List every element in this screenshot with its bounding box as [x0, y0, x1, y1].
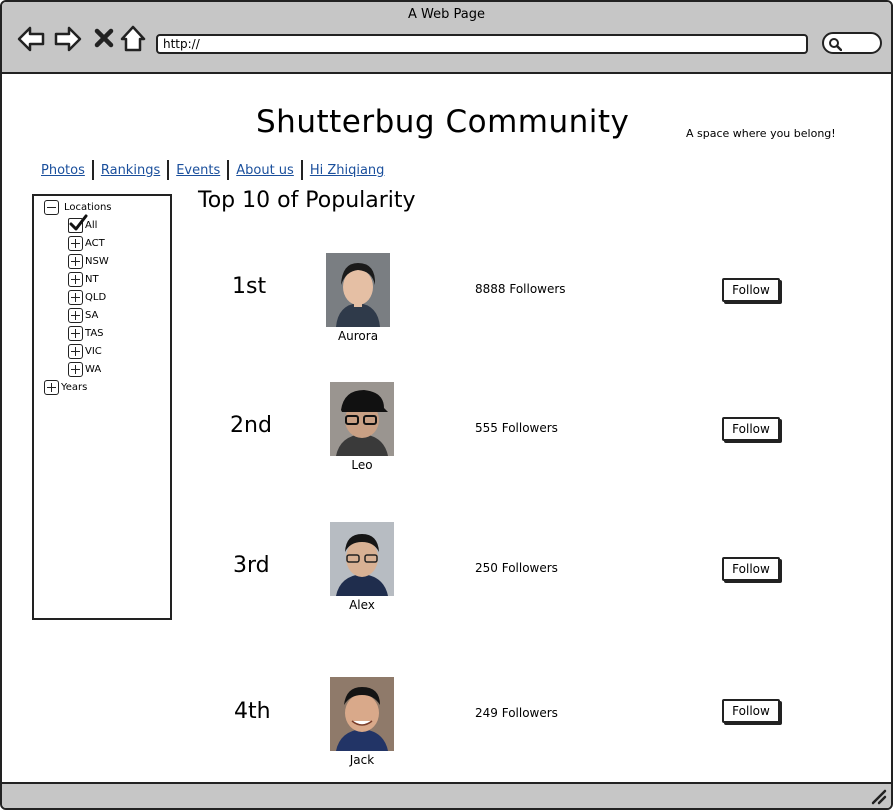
rank-label: 4th [234, 699, 271, 724]
site-tagline: A space where you belong! [686, 127, 836, 140]
user-name: Aurora [337, 329, 379, 343]
browser-search-input[interactable] [822, 32, 882, 54]
tree-item-label: WA [85, 364, 102, 375]
ranking-row: 3rd Alex 250 Followers Follow [2, 522, 891, 622]
url-input[interactable]: http:// [156, 34, 808, 54]
follow-button[interactable]: Follow [722, 557, 780, 581]
nav-events[interactable]: Events [169, 163, 227, 178]
search-icon [829, 38, 842, 51]
checkbox-checked[interactable] [68, 214, 88, 233]
checkmark-icon [69, 214, 88, 231]
user-name: Jack [349, 753, 375, 767]
resize-grip-icon[interactable] [871, 789, 887, 805]
avatar[interactable] [326, 253, 390, 327]
profile-photo-icon [330, 382, 394, 456]
avatar[interactable] [330, 382, 394, 456]
browser-titlebar: A Web Page http:// [2, 2, 891, 74]
follower-count: 8888 Followers [475, 282, 566, 296]
expand-icon[interactable] [68, 362, 83, 377]
browser-window: A Web Page http:// Shutterbug Community … [0, 0, 893, 810]
rank-label: 3rd [233, 553, 270, 578]
follow-button[interactable]: Follow [722, 278, 780, 302]
tree-item-all[interactable]: All [68, 214, 97, 233]
follow-button[interactable]: Follow [722, 699, 780, 723]
follow-button[interactable]: Follow [722, 417, 780, 441]
back-arrow-icon[interactable] [16, 24, 46, 54]
follower-count: 249 Followers [475, 706, 558, 720]
browser-statusbar [2, 782, 891, 808]
tree-item-label: ACT [85, 238, 105, 249]
nav-user-greeting[interactable]: Hi Zhiqiang [303, 163, 392, 178]
tree-item-act[interactable]: ACT [68, 236, 105, 251]
avatar[interactable] [330, 677, 394, 751]
home-icon[interactable] [118, 24, 148, 54]
profile-photo-icon [330, 522, 394, 596]
top-nav: Photos Rankings Events About us Hi Zhiqi… [34, 160, 391, 180]
profile-photo-icon [326, 253, 390, 327]
tree-node-label: Locations [64, 202, 112, 213]
user-name: Leo [351, 458, 373, 472]
tree-node-locations[interactable]: Locations [44, 200, 112, 215]
nav-photos[interactable]: Photos [34, 163, 92, 178]
ranking-row: 2nd Leo 555 Followers Follow [2, 382, 891, 482]
follower-count: 555 Followers [475, 421, 558, 435]
nav-about-us[interactable]: About us [229, 163, 301, 178]
nav-rankings[interactable]: Rankings [94, 163, 167, 178]
site-title: Shutterbug Community [256, 104, 630, 140]
rank-label: 1st [232, 274, 267, 299]
follower-count: 250 Followers [475, 561, 558, 575]
avatar[interactable] [330, 522, 394, 596]
ranking-row: 1st Aurora 8888 Followers Follow [2, 252, 891, 352]
rank-label: 2nd [230, 413, 272, 438]
section-title: Top 10 of Popularity [198, 188, 416, 213]
ranking-row: 4th Jack 249 Followers Follow [2, 677, 891, 777]
close-icon[interactable] [90, 24, 120, 54]
window-title: A Web Page [408, 7, 485, 22]
profile-photo-icon [330, 677, 394, 751]
forward-arrow-icon[interactable] [53, 24, 83, 54]
tree-item-wa[interactable]: WA [68, 362, 101, 377]
expand-icon[interactable] [68, 236, 83, 251]
collapse-icon[interactable] [44, 200, 59, 215]
user-name: Alex [349, 598, 375, 612]
